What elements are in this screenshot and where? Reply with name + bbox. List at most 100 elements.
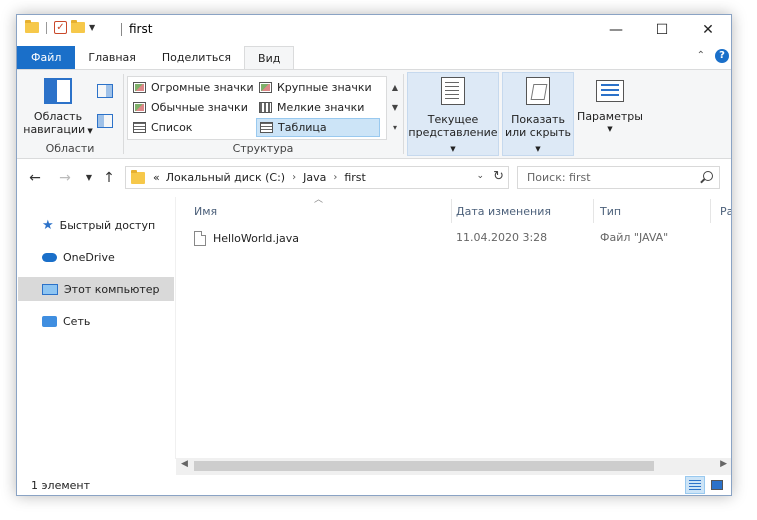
tab-file[interactable]: Файл bbox=[17, 46, 76, 69]
quick-access-toolbar: ✓ ▼ bbox=[25, 20, 95, 34]
search-placeholder: Поиск: first bbox=[527, 171, 591, 184]
layout-item-label: Крупные значки bbox=[277, 81, 372, 94]
forward-button[interactable]: → bbox=[55, 168, 75, 188]
search-input[interactable]: Поиск: first bbox=[517, 166, 720, 189]
new-folder-icon[interactable] bbox=[71, 20, 85, 33]
layout-medium-icons[interactable]: Обычные значки bbox=[130, 98, 254, 117]
address-row: ← → ▼ ↑ « Локальный диск (C:) › Java › f… bbox=[17, 165, 731, 191]
expand-gallery-icon[interactable]: ▾ bbox=[389, 118, 401, 138]
refresh-icon[interactable]: ↻ bbox=[493, 169, 504, 184]
layout-item-label: Список bbox=[151, 121, 193, 134]
layout-group-label: Структура bbox=[232, 142, 294, 155]
layout-large-icons[interactable]: Крупные значки bbox=[256, 78, 382, 97]
table-row[interactable]: HelloWorld.java bbox=[194, 227, 299, 249]
nav-item-this-pc[interactable]: Этот компьютер bbox=[18, 277, 174, 301]
layout-small-icons[interactable]: Мелкие значки bbox=[256, 98, 382, 117]
tab-home[interactable]: Главная bbox=[75, 46, 149, 69]
breadcrumb-drive[interactable]: Локальный диск (C:) bbox=[166, 171, 285, 184]
star-icon: ★ bbox=[42, 217, 54, 233]
layout-details[interactable]: Таблица bbox=[256, 118, 380, 137]
current-view-icon bbox=[441, 77, 465, 105]
scroll-right-icon[interactable]: ▶ bbox=[720, 459, 727, 469]
preview-pane-icon[interactable] bbox=[97, 84, 113, 98]
computer-icon bbox=[42, 283, 58, 295]
title-bar: ✓ ▼ first — ☐ ✕ bbox=[17, 15, 731, 45]
nav-item-quick-access[interactable]: ★ Быстрый доступ bbox=[18, 213, 174, 237]
scroll-left-icon[interactable]: ◀ bbox=[181, 459, 188, 469]
file-name: HelloWorld.java bbox=[213, 231, 299, 245]
chevron-right-icon[interactable]: › bbox=[292, 172, 296, 183]
collapse-ribbon-icon[interactable]: ⌃ bbox=[697, 50, 705, 61]
address-dropdown-icon[interactable]: ⌄ bbox=[476, 171, 484, 181]
chevron-down-icon: ▼ bbox=[450, 145, 456, 153]
options-button[interactable]: Параметры ▼ bbox=[577, 72, 643, 156]
layout-gallery: Огромные значки Крупные значки Обычные з… bbox=[127, 76, 387, 140]
breadcrumb-first[interactable]: first bbox=[344, 171, 366, 184]
address-bar[interactable]: « Локальный диск (C:) › Java › first ⌄ ↻ bbox=[125, 166, 509, 189]
nav-item-label: Сеть bbox=[63, 314, 91, 328]
navigation-pane-button[interactable]: Область навигации ▼ bbox=[23, 76, 93, 138]
explorer-window: ✓ ▼ first — ☐ ✕ Файл Главная Поделиться … bbox=[16, 14, 732, 496]
minimize-button[interactable]: — bbox=[593, 15, 639, 45]
details-pane-icon[interactable] bbox=[97, 114, 113, 128]
layout-list[interactable]: Список bbox=[130, 118, 254, 137]
chevron-right-icon[interactable]: › bbox=[333, 172, 337, 183]
tab-share[interactable]: Поделиться bbox=[149, 46, 244, 69]
nav-item-network[interactable]: Сеть bbox=[18, 309, 174, 333]
chevron-down-icon: ▼ bbox=[85, 127, 93, 135]
large-icons-view-button[interactable] bbox=[707, 476, 727, 494]
nav-item-label: OneDrive bbox=[63, 250, 115, 264]
list-icon bbox=[133, 122, 146, 133]
cloud-icon bbox=[42, 252, 57, 262]
show-hide-button[interactable]: Показать или скрыть ▼ bbox=[502, 72, 574, 156]
small-icons-icon bbox=[259, 102, 272, 113]
layout-item-label: Таблица bbox=[278, 121, 327, 134]
options-icon bbox=[596, 80, 624, 102]
folder-icon bbox=[25, 20, 39, 33]
window-title: first bbox=[129, 22, 153, 36]
scroll-down-icon[interactable]: ▼ bbox=[389, 98, 401, 118]
layout-extra-large-icons[interactable]: Огромные значки bbox=[130, 78, 254, 97]
current-view-button[interactable]: Текущее представление ▼ bbox=[407, 72, 499, 156]
up-button[interactable]: ↑ bbox=[99, 168, 119, 188]
help-icon[interactable]: ? bbox=[715, 49, 729, 63]
search-icon[interactable] bbox=[703, 171, 713, 181]
back-button[interactable]: ← bbox=[25, 168, 45, 188]
column-header-date[interactable]: Дата изменения bbox=[438, 201, 581, 223]
file-icon bbox=[194, 230, 206, 246]
maximize-button[interactable]: ☐ bbox=[639, 15, 685, 45]
panes-group-label: Области bbox=[45, 142, 95, 155]
chevron-down-icon: ▼ bbox=[607, 125, 613, 133]
current-view-label: Текущее представление bbox=[408, 113, 498, 139]
horizontal-scrollbar[interactable]: ◀ ▶ bbox=[176, 458, 731, 475]
details-icon bbox=[260, 122, 273, 133]
medium-icons-icon bbox=[133, 102, 146, 113]
layout-item-label: Обычные значки bbox=[151, 101, 248, 114]
column-header-size[interactable]: Ра bbox=[702, 201, 731, 223]
qat-dropdown-icon[interactable]: ▼ bbox=[89, 23, 95, 32]
scroll-up-icon[interactable]: ▲ bbox=[389, 78, 401, 98]
chevron-down-icon: ▼ bbox=[535, 145, 541, 153]
scrollbar-thumb[interactable] bbox=[194, 461, 654, 471]
breadcrumb-java[interactable]: Java bbox=[303, 171, 326, 184]
file-type: Файл "JAVA" bbox=[600, 231, 669, 244]
recent-locations-icon[interactable]: ▼ bbox=[79, 168, 99, 188]
nav-item-label: Этот компьютер bbox=[64, 282, 160, 296]
column-header-name[interactable]: Имя bbox=[176, 201, 451, 223]
status-bar: 1 элемент bbox=[17, 475, 731, 495]
layout-scroll[interactable]: ▲ ▼ ▾ bbox=[389, 78, 401, 138]
close-button[interactable]: ✕ bbox=[685, 15, 731, 45]
tab-view[interactable]: Вид bbox=[244, 46, 295, 69]
navigation-pane-label: Область навигации bbox=[23, 110, 86, 136]
title-separator bbox=[121, 23, 122, 36]
breadcrumb-overflow[interactable]: « bbox=[153, 171, 160, 184]
details-view-button[interactable] bbox=[685, 476, 705, 494]
folder-icon bbox=[131, 169, 145, 184]
panes-group: Область навигации ▼ Области bbox=[17, 70, 123, 158]
properties-icon[interactable]: ✓ bbox=[54, 21, 67, 34]
nav-item-onedrive[interactable]: OneDrive bbox=[18, 245, 174, 269]
nav-item-label: Быстрый доступ bbox=[59, 218, 156, 232]
column-header-type[interactable]: Тип bbox=[582, 201, 706, 223]
extra-large-icons-icon bbox=[133, 82, 146, 93]
large-icons-view-icon bbox=[711, 480, 723, 490]
